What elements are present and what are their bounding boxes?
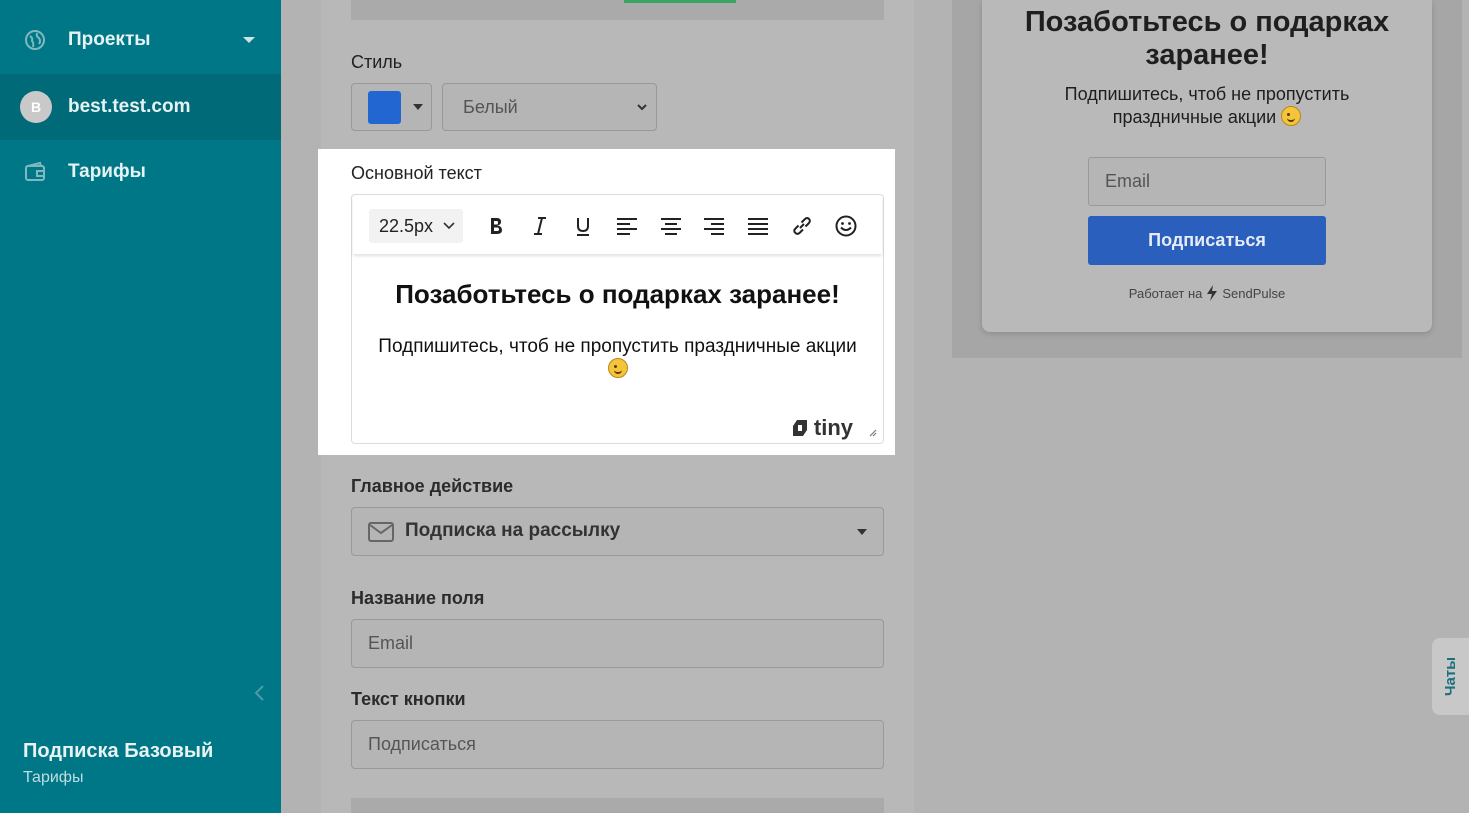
main-action-label: Главное действие (351, 476, 514, 496)
preview-email-placeholder: Email (1105, 171, 1151, 191)
emoji-button[interactable] (833, 213, 859, 239)
chats-tab[interactable]: Чаты (1432, 638, 1469, 715)
justify-icon (748, 218, 768, 235)
align-left-icon (617, 218, 637, 235)
color-picker[interactable] (351, 83, 432, 131)
preview-email-input[interactable]: Email (1088, 157, 1326, 206)
link-button[interactable] (789, 213, 815, 239)
color-swatch (368, 90, 401, 124)
sidebar-item-label: best.test.com (68, 96, 191, 117)
underline-button[interactable] (570, 213, 596, 239)
field-name-input[interactable]: Email (351, 619, 884, 668)
font-size-select[interactable]: 22.5px (369, 209, 463, 243)
italic-button[interactable] (527, 213, 553, 239)
editor-paragraph-text: Подпишитесь, чтоб не пропустить празднич… (378, 336, 857, 357)
wink-emoji-icon (1281, 106, 1302, 126)
chevron-down-icon (443, 222, 455, 230)
lightning-icon (1207, 285, 1218, 301)
collapse-sidebar-icon[interactable] (252, 683, 268, 703)
button-text-input[interactable]: Подписаться (351, 720, 884, 769)
editor-paragraph[interactable]: Подпишитесь, чтоб не пропустить празднич… (372, 335, 863, 381)
main-action-value: Подписка на рассылку (405, 520, 621, 541)
rich-text-editor[interactable]: 22.5px Позаботьтесь о подарках заранее! … (351, 194, 884, 444)
tiny-logo[interactable]: tiny (791, 415, 853, 441)
sidebar-item-label: Тарифы (68, 161, 146, 182)
top-accent (624, 0, 736, 3)
theme-select[interactable]: Белый (442, 83, 657, 131)
preview-subtitle: Подпишитесь, чтоб не пропустить празднич… (1022, 83, 1392, 129)
main-action-select[interactable]: Подписка на рассылку (351, 507, 884, 556)
preview-form-card: Позаботьтесь о подарках заранее! Подпиши… (982, 0, 1432, 332)
chats-tab-label: Чаты (1442, 656, 1460, 697)
editor-toolbar: 22.5px (353, 196, 882, 254)
avatar: B (20, 91, 52, 123)
next-section (351, 798, 884, 813)
underline-icon (577, 218, 589, 236)
sidebar: Проекты B best.test.com Тарифы Подписка … (0, 0, 281, 813)
top-section (351, 0, 884, 20)
tiny-brand-text: tiny (813, 415, 853, 440)
preview-title: Позаботьтесь о подарках заранее! (1024, 6, 1390, 71)
plan-subtitle[interactable]: Тарифы (23, 769, 83, 787)
powered-brand: SendPulse (1222, 285, 1286, 301)
align-center-icon (661, 218, 681, 235)
bold-icon (491, 218, 502, 234)
field-name-value: Email (368, 633, 414, 653)
italic-icon (534, 217, 546, 235)
sidebar-item-project-site[interactable]: B best.test.com (0, 74, 281, 140)
field-name-label: Название поля (351, 588, 485, 608)
envelope-icon (368, 522, 394, 542)
align-center-button[interactable] (658, 213, 684, 239)
preview-subscribe-button[interactable]: Подписаться (1088, 216, 1326, 265)
chevron-down-icon (413, 104, 423, 110)
wallet-icon (25, 161, 45, 181)
globe-icon (25, 30, 45, 50)
align-right-icon (704, 218, 724, 235)
sidebar-item-tariffs[interactable]: Тарифы (0, 139, 281, 205)
theme-select-value: Белый (463, 96, 518, 117)
chevron-down-icon (637, 104, 647, 111)
align-left-button[interactable] (614, 213, 640, 239)
smiley-icon (835, 215, 857, 237)
editor-heading[interactable]: Позаботьтесь о подарках заранее! (352, 279, 883, 310)
link-icon (793, 217, 811, 235)
style-label: Стиль (351, 52, 403, 72)
bold-button[interactable] (483, 213, 509, 239)
sidebar-item-projects[interactable]: Проекты (0, 7, 281, 73)
plan-title[interactable]: Подписка Базовый (23, 740, 213, 763)
font-size-value: 22.5px (379, 215, 434, 236)
button-text-label: Текст кнопки (351, 689, 466, 709)
justify-button[interactable] (745, 213, 771, 239)
wink-emoji-icon (607, 358, 628, 378)
align-right-button[interactable] (701, 213, 727, 239)
tiny-brand-icon (792, 420, 807, 436)
chevron-down-icon (243, 37, 255, 43)
chevron-down-icon (857, 529, 867, 535)
preview-subtitle-text: Подпишитесь, чтоб не пропустить празднич… (1064, 84, 1350, 127)
sidebar-item-label: Проекты (68, 29, 151, 50)
powered-prefix: Работает на (1128, 285, 1203, 301)
main-text-label: Основной текст (351, 163, 482, 183)
powered-by[interactable]: Работает на SendPulse (982, 285, 1432, 301)
button-text-value: Подписаться (368, 734, 476, 754)
resize-handle-icon[interactable] (867, 427, 877, 437)
